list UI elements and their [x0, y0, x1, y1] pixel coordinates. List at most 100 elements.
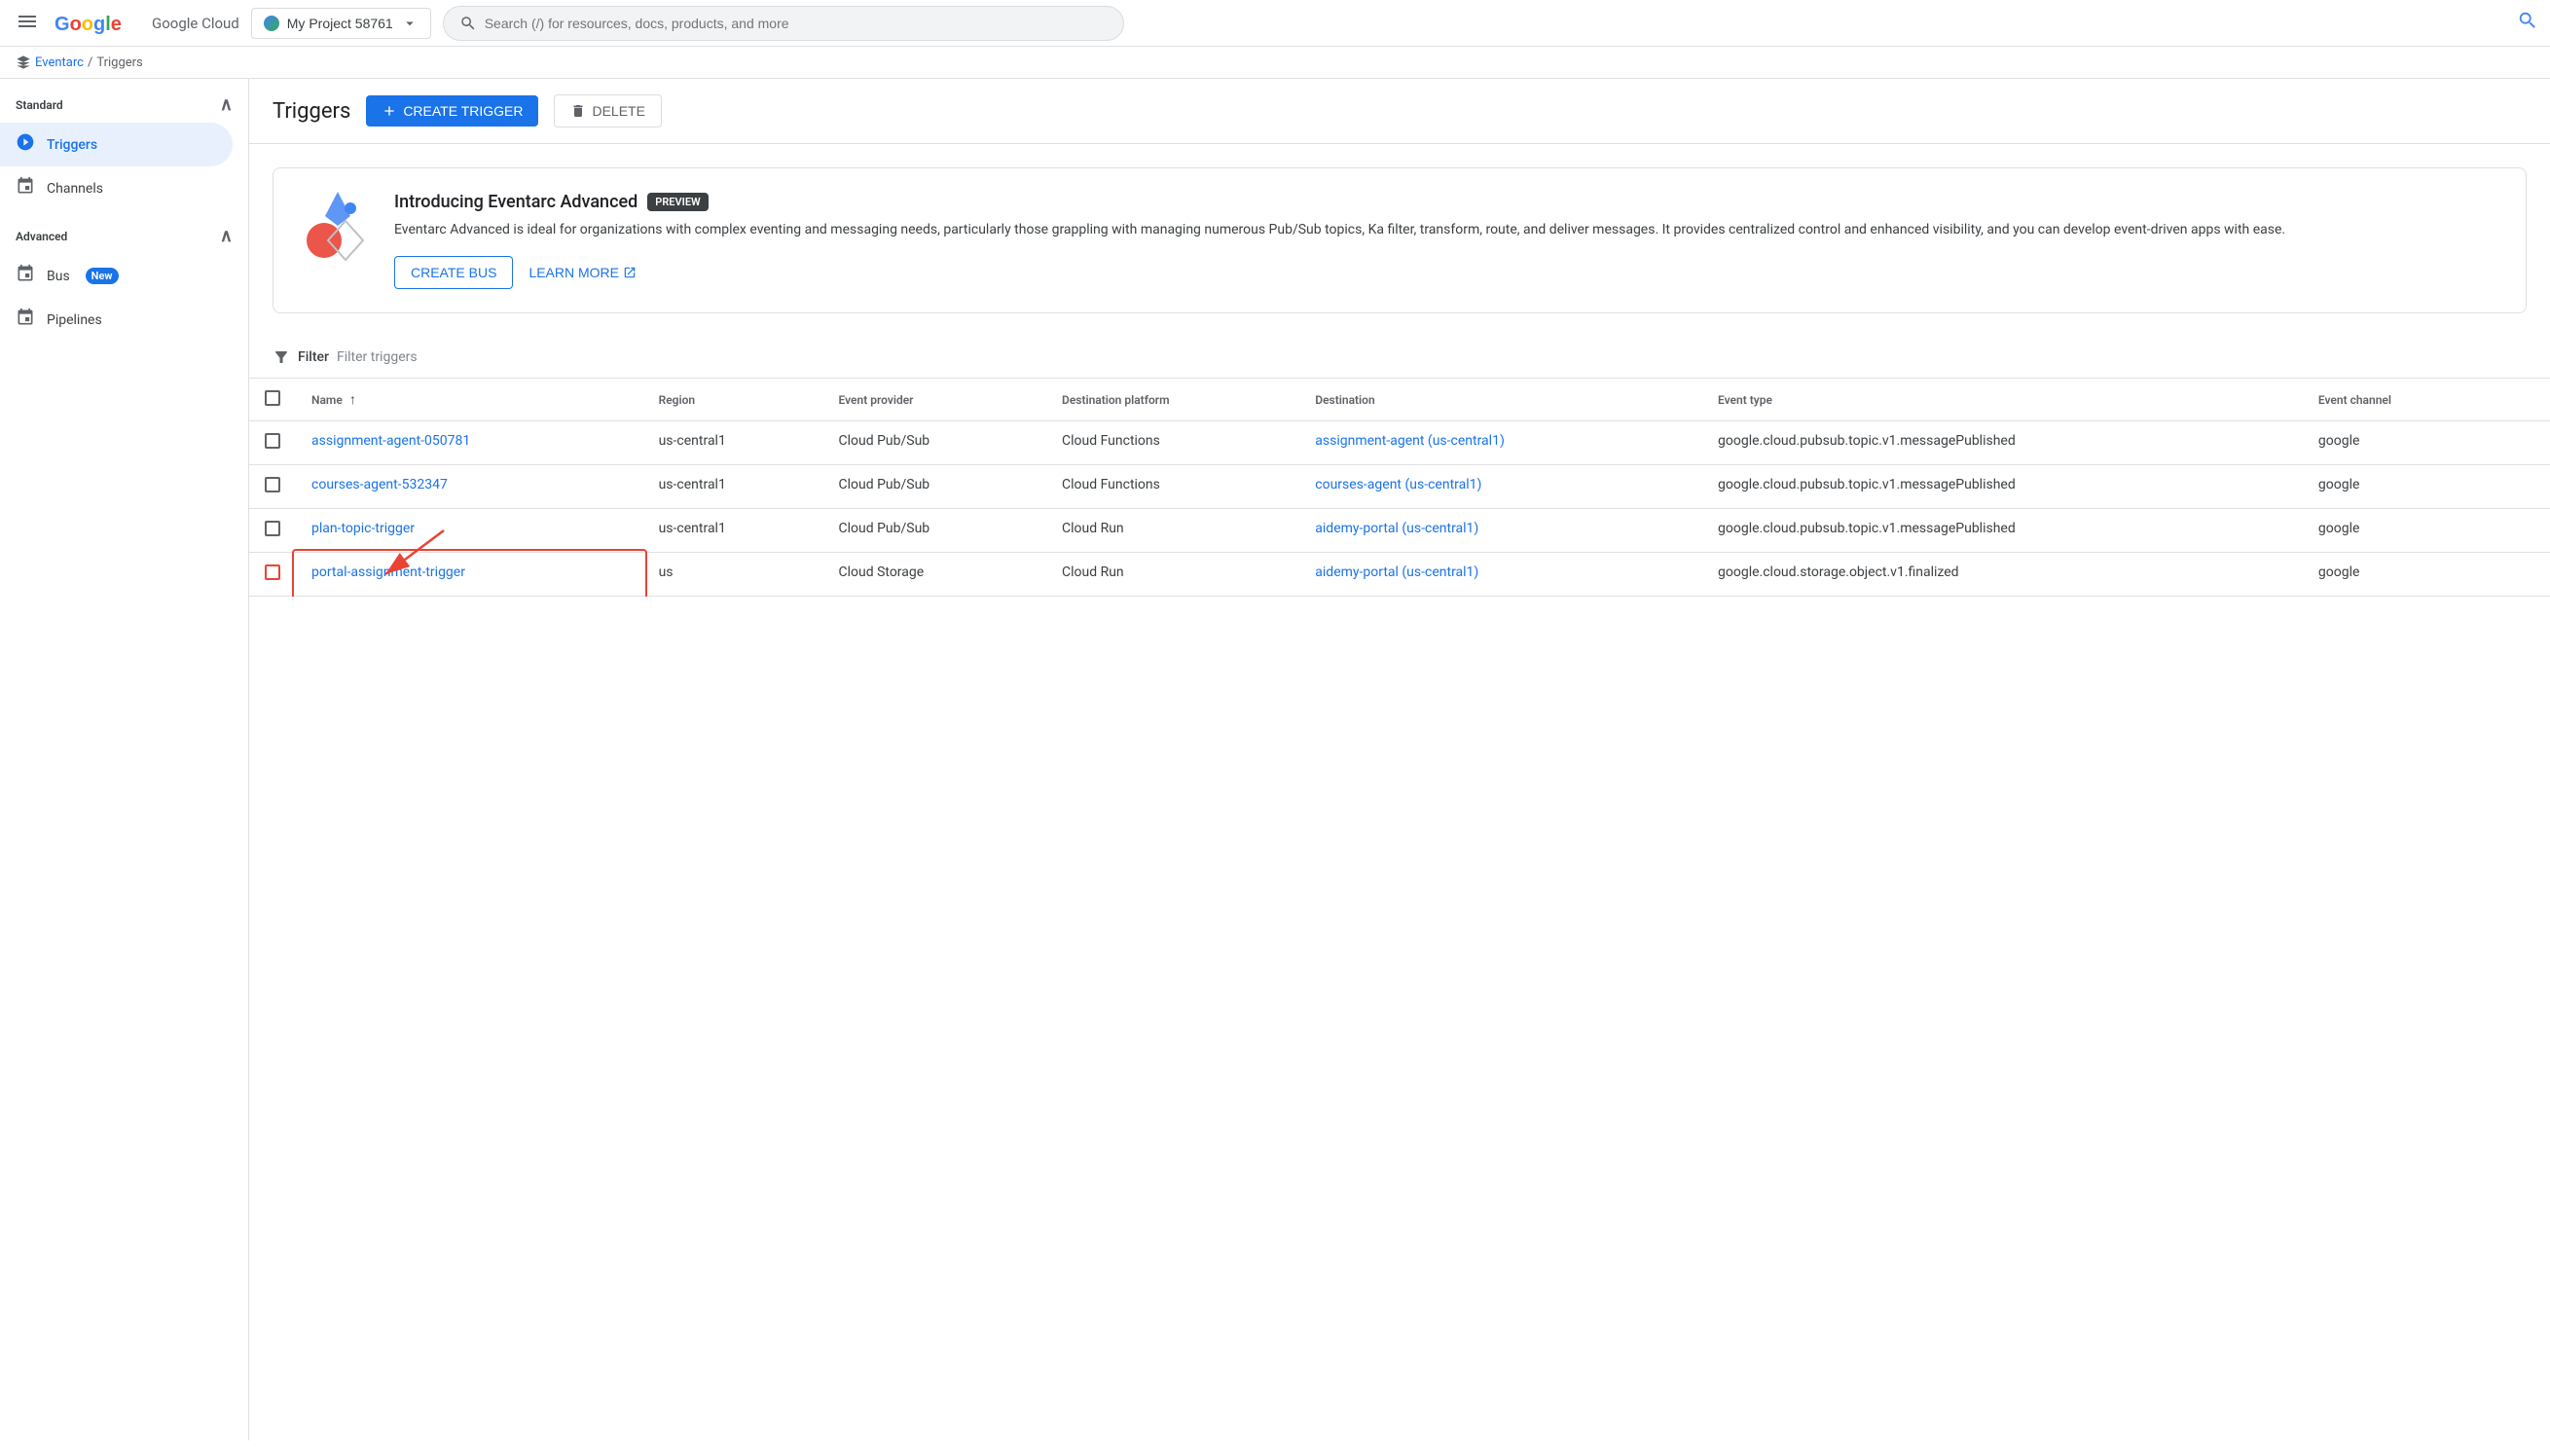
svg-text:Google: Google [55, 14, 122, 35]
delete-label: DELETE [592, 103, 644, 119]
col-event-type[interactable]: Event type [1702, 379, 2303, 421]
promo-banner: Introducing Eventarc Advanced PREVIEW Ev… [273, 167, 2527, 313]
row-actions-cell [2493, 553, 2550, 597]
select-all-checkbox[interactable] [265, 390, 280, 406]
triggers-icon [16, 132, 35, 157]
trigger-name-link[interactable]: courses-agent-532347 [311, 477, 448, 492]
project-dot [264, 16, 279, 31]
filter-bar: Filter Filter triggers [249, 337, 2550, 379]
row-event-channel-cell: google [2303, 421, 2494, 465]
bus-icon [16, 264, 35, 288]
destination-link[interactable]: aidemy-portal (us-central1) [1315, 521, 1478, 536]
col-destination-platform[interactable]: Destination platform [1046, 379, 1299, 421]
promo-illustration [297, 192, 375, 270]
row-event-type-cell: google.cloud.pubsub.topic.v1.messagePubl… [1702, 509, 2303, 553]
learn-more-button[interactable]: LEARN MORE [528, 265, 637, 280]
promo-actions: CREATE BUS LEARN MORE [394, 256, 2502, 289]
col-region-label: Region [659, 393, 696, 407]
trigger-name-link[interactable]: plan-topic-trigger [311, 521, 415, 536]
row-checkbox[interactable] [265, 564, 280, 580]
row-actions-cell [2493, 465, 2550, 509]
learn-more-label: LEARN MORE [528, 265, 619, 280]
row-event-provider-cell: Cloud Pub/Sub [822, 421, 1046, 465]
row-destination-cell: aidemy-portal (us-central1) [1299, 553, 1702, 597]
row-region-cell: us-central1 [643, 465, 823, 509]
row-checkbox-cell [249, 509, 296, 553]
project-selector[interactable]: My Project 58761 [251, 8, 431, 39]
table-row: courses-agent-532347 us-central1Cloud Pub… [249, 465, 2550, 509]
col-event-type-label: Event type [1718, 393, 1772, 407]
col-dest-label: Destination [1315, 393, 1374, 407]
breadcrumb-parent[interactable]: Eventarc [35, 55, 84, 70]
row-event-provider-cell: Cloud Pub/Sub [822, 465, 1046, 509]
row-checkbox[interactable] [265, 521, 280, 536]
col-destination[interactable]: Destination [1299, 379, 1702, 421]
row-dest-platform-cell: Cloud Functions [1046, 465, 1299, 509]
delete-icon [570, 103, 586, 119]
preview-badge: PREVIEW [647, 193, 708, 211]
external-link-icon [623, 266, 637, 279]
col-event-provider-label: Event provider [838, 393, 913, 407]
sidebar-section-advanced[interactable]: Advanced ∧ [0, 218, 248, 254]
sidebar-item-pipelines[interactable]: Pipelines [0, 298, 233, 342]
search-bar[interactable] [443, 6, 1124, 41]
trigger-name-link[interactable]: assignment-agent-050781 [311, 433, 470, 449]
menu-icon[interactable] [12, 6, 43, 41]
table-body: assignment-agent-050781us-central1Cloud … [249, 421, 2550, 597]
table-header: Name ↑ Region Event provider Destination… [249, 379, 2550, 421]
row-region-cell: us-central1 [643, 421, 823, 465]
breadcrumb-separator: / [88, 55, 92, 70]
delete-button[interactable]: DELETE [554, 94, 661, 127]
standard-chevron-icon: ∧ [220, 94, 233, 115]
row-dest-platform-cell: Cloud Run [1046, 509, 1299, 553]
col-checkbox [249, 379, 296, 421]
pipelines-icon [16, 308, 35, 332]
promo-description: Eventarc Advanced is ideal for organizat… [394, 220, 2502, 240]
project-label: My Project 58761 [287, 16, 393, 31]
row-event-type-cell: google.cloud.pubsub.topic.v1.messagePubl… [1702, 421, 2303, 465]
destination-link[interactable]: courses-agent (us-central1) [1315, 477, 1481, 492]
row-checkbox[interactable] [265, 433, 280, 449]
destination-link[interactable]: aidemy-portal (us-central1) [1315, 564, 1478, 580]
channels-icon [16, 176, 35, 200]
bus-new-badge: New [86, 268, 119, 284]
table-row: plan-topic-triggerus-central1Cloud Pub/S… [249, 509, 2550, 553]
search-input[interactable] [485, 16, 1108, 31]
sidebar-item-bus[interactable]: Bus New [0, 254, 233, 298]
main-layout: Standard ∧ Triggers Channels Advanced ∧ [0, 79, 2550, 1440]
sort-icon: ↑ [349, 392, 356, 408]
col-dest-platform-label: Destination platform [1062, 393, 1170, 407]
search-icon [459, 15, 477, 32]
topbar: Google Google Cloud My Project 58761 [0, 0, 2550, 47]
col-name[interactable]: Name ↑ [296, 379, 643, 421]
col-event-channel[interactable]: Event channel [2303, 379, 2494, 421]
sidebar-section-standard[interactable]: Standard ∧ [0, 87, 248, 123]
trigger-name-link[interactable]: portal-assignment-trigger [311, 564, 628, 580]
page-title: Triggers [273, 99, 350, 124]
advanced-label: Advanced [16, 230, 67, 243]
col-event-provider[interactable]: Event provider [822, 379, 1046, 421]
filter-label: Filter [298, 349, 329, 365]
col-event-channel-label: Event channel [2318, 393, 2391, 407]
sidebar: Standard ∧ Triggers Channels Advanced ∧ [0, 79, 249, 1440]
triggers-label: Triggers [47, 137, 97, 153]
create-bus-button[interactable]: CREATE BUS [394, 256, 513, 289]
row-event-channel-cell: google [2303, 509, 2494, 553]
destination-link[interactable]: assignment-agent (us-central1) [1315, 433, 1505, 449]
bus-label: Bus [47, 269, 70, 284]
row-destination-cell: assignment-agent (us-central1) [1299, 421, 1702, 465]
channels-label: Channels [47, 181, 103, 197]
row-destination-cell: aidemy-portal (us-central1) [1299, 509, 1702, 553]
sidebar-item-channels[interactable]: Channels [0, 166, 233, 210]
breadcrumb-icon [16, 55, 31, 70]
row-region-cell: us-central1 [643, 509, 823, 553]
create-trigger-button[interactable]: CREATE TRIGGER [366, 95, 538, 127]
sidebar-item-triggers[interactable]: Triggers [0, 123, 233, 166]
search-submit-icon[interactable] [2517, 10, 2538, 36]
filter-icon [273, 348, 290, 366]
google-cloud-logo: Google Google Cloud [55, 9, 239, 38]
chevron-down-icon [401, 15, 419, 32]
main-content: Triggers CREATE TRIGGER DELETE [249, 79, 2550, 1440]
col-region[interactable]: Region [643, 379, 823, 421]
row-checkbox[interactable] [265, 477, 280, 492]
